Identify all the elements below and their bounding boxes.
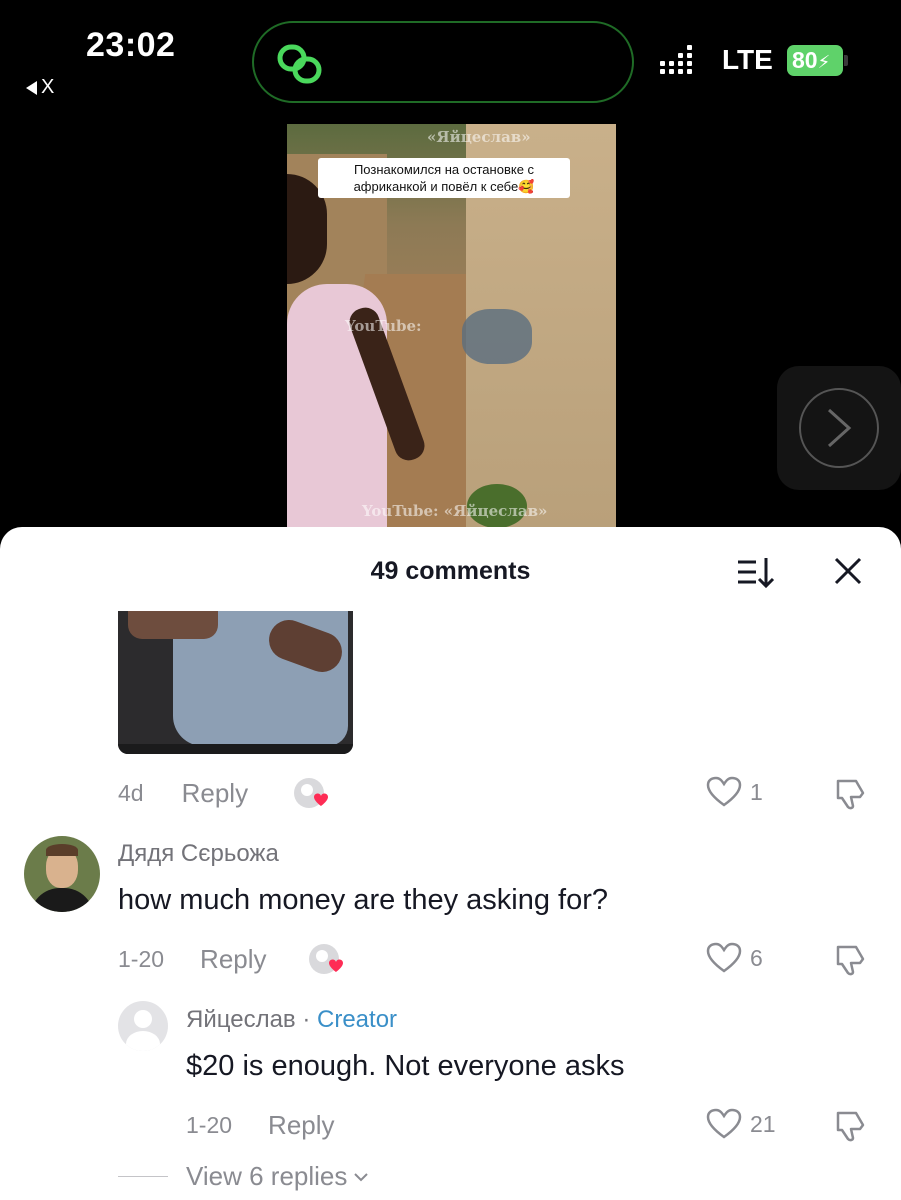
comment-username[interactable]: Яйцеслав xyxy=(186,1006,296,1033)
comment-image[interactable] xyxy=(118,611,353,754)
creator-badge: Creator xyxy=(317,1006,398,1033)
comment-3-meta: 1-20 Reply xyxy=(186,1110,335,1141)
comment-time: 4d xyxy=(118,780,144,806)
close-icon[interactable] xyxy=(832,555,864,587)
status-time: 23:02 xyxy=(86,26,176,64)
battery-level: 80 xyxy=(792,47,818,73)
dislike-icon[interactable] xyxy=(834,1109,866,1143)
back-to-app-button[interactable]: X xyxy=(26,76,54,99)
like-button[interactable]: 1 xyxy=(706,776,763,808)
creator-liked-icon xyxy=(294,778,328,808)
dislike-icon[interactable] xyxy=(834,777,866,811)
comment-username[interactable]: Дядя Сєрьожа xyxy=(118,840,279,868)
back-app-label: X xyxy=(41,76,55,98)
back-triangle-icon xyxy=(26,80,37,95)
username-separator: · xyxy=(295,1006,317,1033)
dynamic-island[interactable] xyxy=(252,21,634,103)
network-type: LTE xyxy=(722,44,773,75)
watermark-top: «Яйцеслав» xyxy=(427,128,531,146)
watermark-bottom: YouTube: «Яйцеслав» xyxy=(362,502,548,520)
reply-button[interactable]: Reply xyxy=(182,778,248,809)
next-video-button[interactable] xyxy=(777,366,901,490)
comment-time: 1-20 xyxy=(186,1112,233,1138)
like-count: 1 xyxy=(750,778,763,805)
reply-username-line: Яйцеслав · Creator xyxy=(186,1006,397,1034)
avatar[interactable] xyxy=(24,836,100,912)
creator-liked-icon xyxy=(309,944,343,974)
comment-1-meta: 4d Reply xyxy=(118,778,248,809)
chevron-down-icon xyxy=(354,1172,369,1181)
sort-icon[interactable] xyxy=(736,555,776,591)
watermark-mid: YouTube: xyxy=(345,317,422,335)
video-caption: Познакомился на остановке с африканкой и… xyxy=(318,158,570,198)
like-button[interactable]: 6 xyxy=(706,942,763,974)
reply-button[interactable]: Reply xyxy=(268,1110,334,1141)
dislike-icon[interactable] xyxy=(834,943,866,977)
comment-text: $20 is enough. Not everyone asks xyxy=(186,1050,625,1082)
comment-2-meta: 1-20 Reply xyxy=(118,944,267,975)
like-button[interactable]: 21 xyxy=(706,1108,776,1140)
signal-icon xyxy=(660,45,692,74)
next-arrow-icon xyxy=(827,408,852,448)
comment-text: how much money are they asking for? xyxy=(118,884,609,916)
divider-line xyxy=(118,1176,168,1177)
heart-icon xyxy=(706,1108,742,1139)
view-replies-label: View 6 replies xyxy=(186,1161,348,1191)
heart-icon xyxy=(706,942,742,973)
like-count: 21 xyxy=(750,1110,776,1137)
like-count: 6 xyxy=(750,944,763,971)
comments-panel: 49 comments 4d Reply 1 Дядя Сєрьожа how … xyxy=(0,527,901,1200)
comment-time: 1-20 xyxy=(118,946,165,972)
video-player[interactable]: «Яйцеслав» YouTube: YouTube: «Яйцеслав» … xyxy=(287,124,616,528)
avatar[interactable] xyxy=(118,1001,168,1051)
link-icon xyxy=(277,44,322,84)
view-replies-button[interactable]: View 6 replies xyxy=(118,1161,369,1192)
battery-icon: 80⚡ xyxy=(787,45,849,76)
reply-button[interactable]: Reply xyxy=(200,944,266,975)
heart-icon xyxy=(706,776,742,807)
